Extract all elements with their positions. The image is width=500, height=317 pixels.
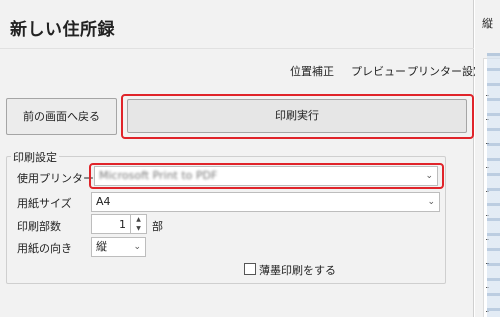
stepper-down-icon[interactable]: ▼ — [131, 224, 146, 233]
chevron-down-icon: ⌄ — [425, 171, 433, 181]
preview-strip — [487, 53, 500, 317]
print-settings-panel: 新しい住所録 位置補正 プレビュー プリンター設定 前の画面へ戻る 印刷実行 印… — [0, 0, 484, 317]
orientation-select[interactable]: 縦 ⌄ — [91, 237, 146, 257]
printer-select[interactable]: Microsoft Print to PDF ⌄ — [94, 166, 438, 186]
print-settings-legend: 印刷設定 — [11, 149, 59, 165]
stepper-arrows[interactable]: ▲ ▼ — [130, 215, 146, 233]
orientation-value: 縦 — [96, 240, 107, 253]
print-button-highlight: 印刷実行 — [121, 94, 474, 139]
stepper-up-icon[interactable]: ▲ — [131, 215, 146, 224]
paper-size-label: 用紙サイズ — [17, 197, 72, 210]
light-ink-checkbox[interactable] — [244, 263, 256, 275]
position-correction-link[interactable]: 位置補正 — [290, 63, 334, 79]
paper-size-value: A4 — [96, 195, 111, 208]
printer-settings-link[interactable]: プリンター設定 — [407, 63, 484, 79]
chevron-down-icon: ⌄ — [427, 197, 435, 207]
copies-stepper[interactable]: 1 ▲ ▼ — [91, 214, 147, 234]
copies-value: 1 — [119, 218, 126, 231]
back-button[interactable]: 前の画面へ戻る — [6, 98, 117, 135]
preview-title: 縦 — [482, 17, 493, 30]
title-divider — [0, 48, 474, 49]
chevron-down-icon: ⌄ — [133, 242, 141, 252]
preview-link[interactable]: プレビュー — [351, 63, 406, 79]
orientation-label: 用紙の向き — [17, 242, 72, 255]
preview-pane: 縦 — [475, 0, 500, 317]
light-ink-label[interactable]: 薄墨印刷をする — [259, 262, 336, 278]
copies-unit: 部 — [152, 220, 163, 233]
paper-size-select[interactable]: A4 ⌄ — [91, 192, 440, 212]
printer-select-value: Microsoft Print to PDF — [99, 169, 218, 182]
printer-highlight: Microsoft Print to PDF ⌄ — [89, 163, 444, 189]
printer-label: 使用プリンター — [17, 172, 94, 185]
print-execute-button[interactable]: 印刷実行 — [127, 99, 467, 133]
page-title: 新しい住所録 — [10, 20, 115, 40]
copies-label: 印刷部数 — [17, 220, 61, 233]
